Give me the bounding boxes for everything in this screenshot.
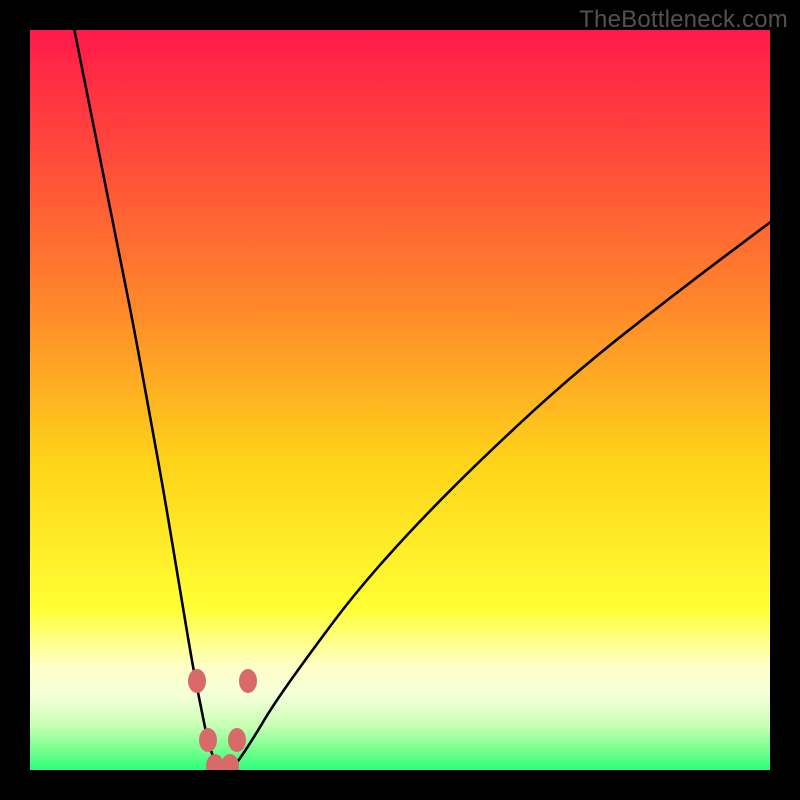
- curve-marker: [239, 669, 257, 693]
- watermark-text: TheBottleneck.com: [579, 6, 788, 34]
- curve-marker: [199, 728, 217, 752]
- curve-marker: [188, 669, 206, 693]
- plot-area: [30, 30, 770, 770]
- curve-marker: [228, 728, 246, 752]
- chart-frame: TheBottleneck.com: [0, 0, 800, 800]
- bottleneck-curve: [30, 30, 770, 770]
